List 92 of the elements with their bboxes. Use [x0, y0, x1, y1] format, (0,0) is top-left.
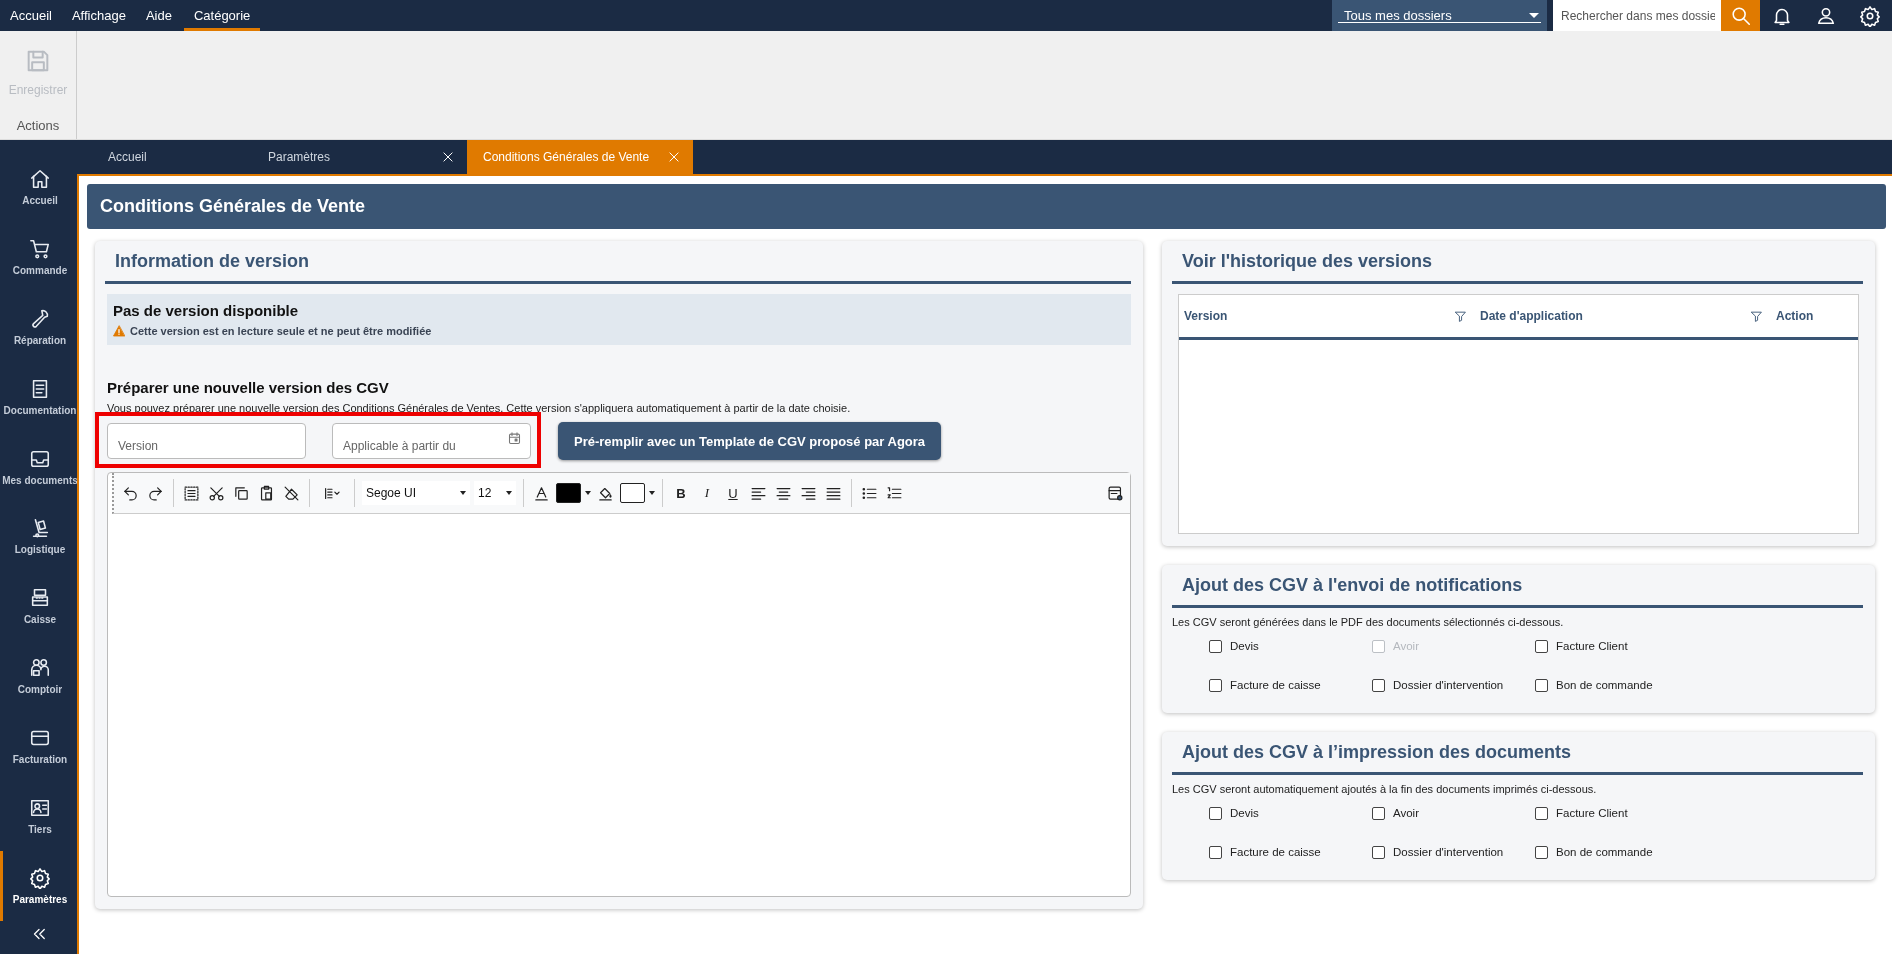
ribbon-group-label: Actions [16, 118, 60, 133]
sidebar-item[interactable]: Accueil [0, 152, 77, 222]
redo-icon[interactable] [147, 484, 164, 502]
caret-icon [1529, 13, 1539, 18]
wrench-icon [29, 307, 51, 330]
search-button[interactable] [1721, 0, 1760, 31]
document-tab[interactable]: Accueil [92, 140, 252, 174]
section-title: Préparer une nouvelle version des CGV [107, 379, 390, 396]
calendar-icon[interactable] [507, 431, 522, 446]
caret-icon [585, 491, 591, 495]
sidebar-item[interactable]: Commande [0, 221, 77, 292]
document-tab[interactable]: Paramètres [252, 140, 467, 174]
checkbox[interactable] [1209, 678, 1222, 692]
filter-icon[interactable] [1750, 309, 1763, 323]
description-text: Les CGV seront générées dans le PDF des documents sélectionnés ci-dessous. [1172, 616, 1565, 628]
font-select[interactable]: Segoe UI [362, 481, 470, 505]
sidebar-item[interactable]: Réparation [0, 291, 77, 362]
prefill-button[interactable]: Pré-remplir avec un Template de CGV proposé par Agora [558, 422, 942, 460]
checkbox[interactable] [1535, 678, 1548, 692]
cart-icon [29, 237, 51, 260]
gear-icon [29, 867, 51, 889]
search-field[interactable]: Rechercher dans mes dossie [1553, 0, 1721, 31]
notice-text: Cette version est en lecture seule et ne peut être modifiée [130, 325, 432, 337]
checkbox[interactable] [1372, 845, 1385, 859]
description-text: Les CGV seront automatiquement ajoutés à la fin des documents imprimés ci-dessous. [1172, 783, 1598, 795]
caret-icon [506, 491, 512, 495]
undo-icon[interactable] [122, 484, 139, 502]
checkbox-option[interactable]: Devis [1209, 634, 1372, 658]
scissors-icon[interactable] [208, 484, 225, 502]
checkbox-option[interactable]: Dossier d'intervention [1372, 673, 1535, 697]
sidebar-item[interactable]: Tiers [0, 781, 77, 852]
menu-item[interactable]: Accueil [0, 0, 62, 31]
checkbox[interactable] [1535, 806, 1548, 820]
sidebar-item[interactable]: Logistique [0, 501, 77, 572]
search-icon [1729, 4, 1752, 27]
checkbox-option[interactable]: Avoir [1372, 801, 1535, 825]
folder-select[interactable]: Tous mes dossiers [1332, 0, 1547, 31]
checkbox[interactable] [1209, 845, 1222, 859]
caret-icon [460, 491, 466, 495]
version-field[interactable]: Version [107, 423, 306, 459]
eraser-icon[interactable] [283, 484, 300, 502]
checkbox-option[interactable]: Bon de commande [1535, 840, 1698, 864]
checkbox[interactable] [1372, 806, 1385, 820]
font-color-icon[interactable] [533, 484, 550, 502]
checkbox[interactable] [1372, 678, 1385, 692]
close-icon[interactable] [441, 150, 455, 164]
sidebar-item[interactable]: Caisse [0, 571, 77, 642]
settings-icon[interactable] [1859, 4, 1881, 27]
sidebar-item[interactable]: Comptoir [0, 641, 77, 712]
select-all-icon[interactable] [183, 484, 200, 502]
checkbox[interactable] [1535, 845, 1548, 859]
checkbox-option[interactable]: Dossier d'intervention [1372, 840, 1535, 864]
sidebar-item[interactable]: Facturation [0, 711, 77, 782]
checkbox-option[interactable]: Facture Client [1535, 801, 1698, 825]
checkbox-option[interactable]: Facture de caisse [1209, 673, 1372, 697]
column-header[interactable]: Version [1184, 309, 1228, 323]
copy-icon[interactable] [233, 484, 250, 502]
column-header[interactable]: Date d'application [1480, 309, 1583, 323]
checkbox[interactable] [1535, 639, 1548, 653]
checkbox[interactable] [1209, 806, 1222, 820]
notice-title: Pas de version disponible [113, 302, 300, 319]
filter-icon[interactable] [1454, 309, 1467, 323]
warning-icon [113, 325, 125, 337]
underline-button[interactable]: U [722, 483, 744, 503]
paste-icon[interactable] [258, 484, 275, 502]
checkbox[interactable] [1209, 639, 1222, 653]
description-text: Vous pouvez préparer une nouvelle version des Conditions Générales de Ventes. Cette version s'appliquera automatiquement à partir de la date choisie. [107, 402, 852, 414]
font-color-swatch[interactable] [556, 483, 581, 503]
sidebar-item[interactable]: Paramètres [0, 851, 77, 921]
menu-item[interactable]: Aide [135, 0, 182, 31]
panel-title: Voir l'historique des versions [1172, 251, 1863, 284]
sidebar-item[interactable]: Mes documents [0, 431, 77, 502]
rich-text-editor[interactable]: Segoe UI 12 B I U [107, 472, 1131, 897]
checkbox-option[interactable]: Bon de commande [1535, 673, 1698, 697]
checkbox-option[interactable]: Facture Client [1535, 634, 1698, 658]
sidebar-item[interactable]: Documentation [0, 361, 77, 432]
bold-button[interactable]: B [670, 483, 692, 503]
house-icon [29, 167, 51, 190]
panel-title: Ajout des CGV à l'envoi de notifications [1172, 575, 1863, 608]
font-size-select[interactable]: 12 [474, 481, 516, 505]
checkbox-option[interactable]: Devis [1209, 801, 1372, 825]
column-header[interactable]: Action [1776, 309, 1814, 323]
date-field[interactable]: Applicable à partir du [332, 423, 531, 459]
page-title: Conditions Générales de Vente [87, 184, 1886, 229]
panel-title: Ajout des CGV à l’impression des documents [1172, 742, 1863, 775]
panel-title: Information de version [105, 251, 1131, 284]
menu-item[interactable]: Affichage [61, 0, 136, 31]
italic-button[interactable]: I [696, 483, 718, 503]
checkbox-option[interactable]: Facture de caisse [1209, 840, 1372, 864]
highlight-color-swatch[interactable] [620, 483, 645, 503]
caret-icon [649, 491, 655, 495]
preview-icon[interactable] [1107, 484, 1124, 502]
